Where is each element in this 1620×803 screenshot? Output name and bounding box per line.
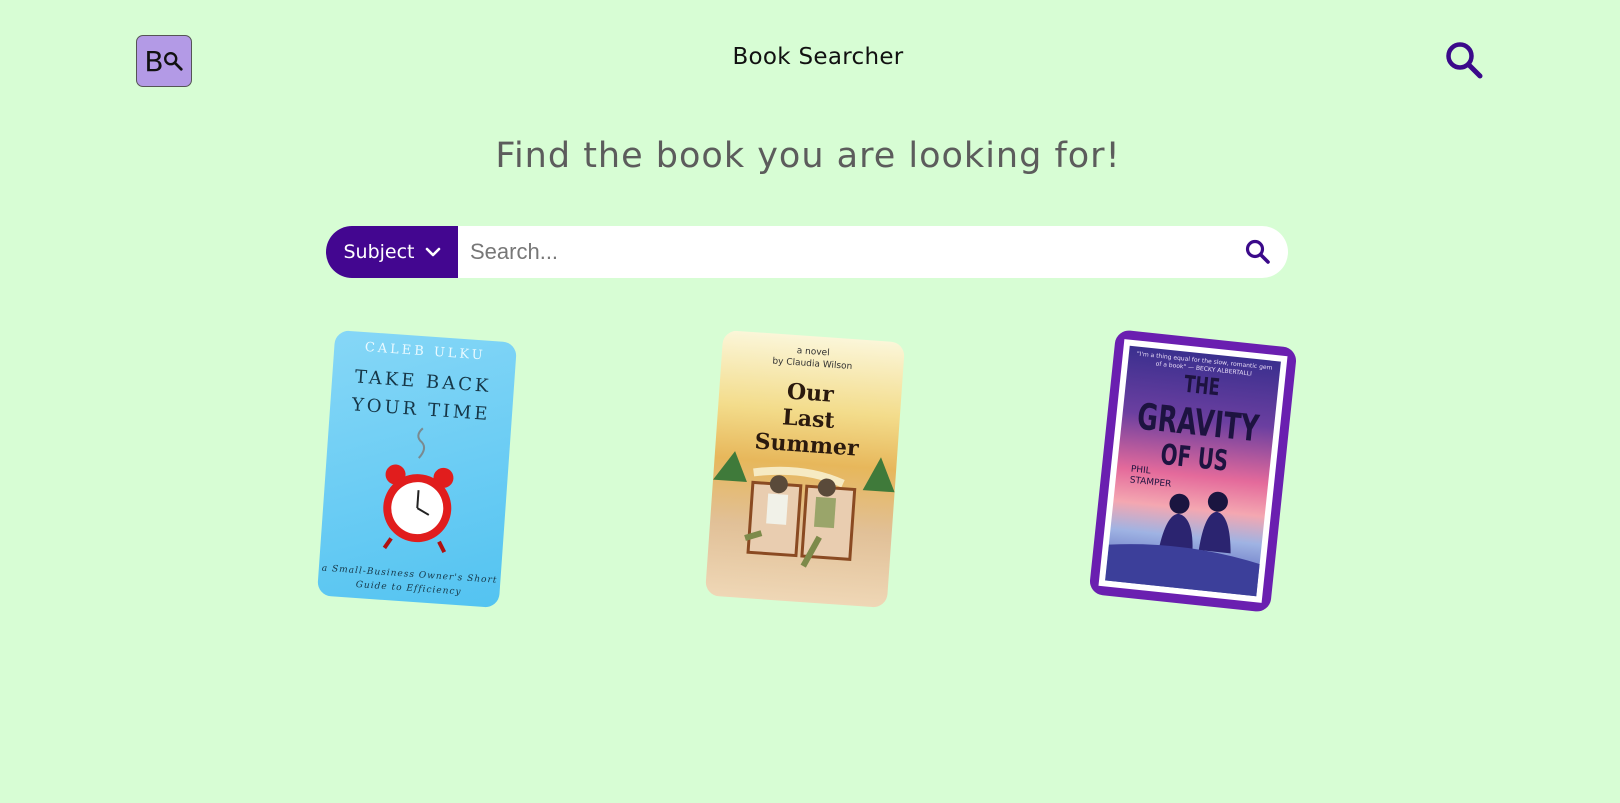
book-card[interactable]: "I'm a thing equal for the slow, romanti… xyxy=(1088,329,1298,613)
page-headline: Find the book you are looking for! xyxy=(495,136,1121,176)
header-search-button[interactable] xyxy=(1444,40,1486,82)
beach-chairs-illustration xyxy=(713,451,895,568)
book-card[interactable]: a novel by Claudia Wilson Our Last Summe… xyxy=(704,329,906,609)
search-bar: Subject xyxy=(326,226,1288,278)
book-card[interactable]: CALEB ULKU TAKE BACK YOUR TIME a Small-B… xyxy=(316,329,518,609)
subject-dropdown-label: Subject xyxy=(343,241,415,263)
search-submit-button[interactable] xyxy=(1228,226,1288,278)
two-figures-illustration xyxy=(1105,491,1262,597)
subject-dropdown[interactable]: Subject xyxy=(326,226,458,278)
search-icon xyxy=(1446,42,1483,79)
chevron-down-icon xyxy=(425,247,440,257)
search-input[interactable] xyxy=(458,226,1228,278)
search-icon xyxy=(1245,239,1270,264)
book-cover-frame: "I'm a thing equal for the slow, romanti… xyxy=(1098,339,1288,603)
site-title: Book Searcher xyxy=(732,44,904,70)
book-cover-art: "I'm a thing equal for the slow, romanti… xyxy=(1105,345,1281,597)
